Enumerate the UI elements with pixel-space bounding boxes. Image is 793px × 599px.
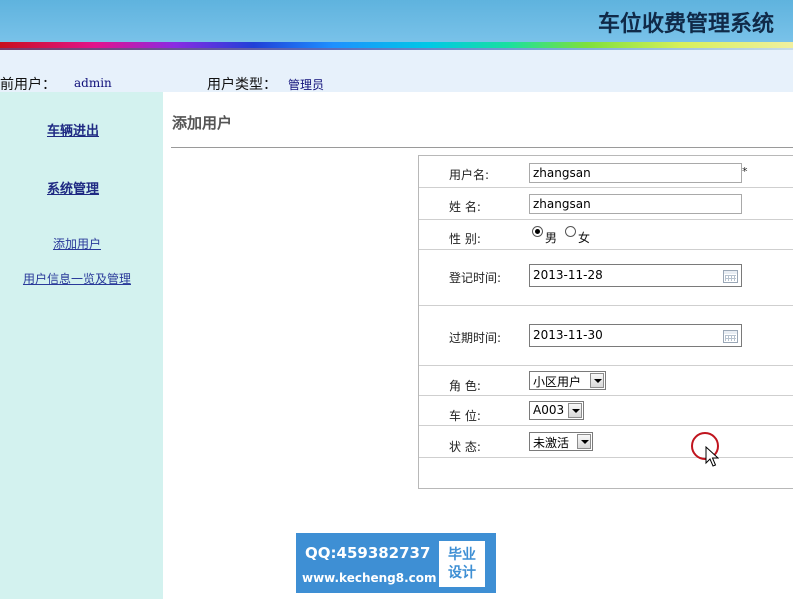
parking-space-select-value: A003 [533,403,565,417]
sidebar-item-system-management[interactable]: 系统管理 [0,178,146,197]
current-user-value: admin [74,76,112,90]
register-time-value: 2013-11-28 [533,268,603,282]
form-row-register-time: 登记时间: 2013-11-28 [419,250,793,306]
expire-time-value: 2013-11-30 [533,328,603,342]
register-time-field[interactable]: 2013-11-28 [529,264,742,287]
sidebar: 车辆进出 系统管理 添加用户 用户信息一览及管理 [0,92,163,599]
role-label: 角 色: [449,379,481,393]
watermark-badge-line1: 毕业 [448,547,476,563]
user-type-value: 管理员 [288,78,325,92]
name-label: 姓 名: [449,200,481,214]
name-field[interactable] [529,194,742,214]
gender-label: 性 别: [449,232,481,246]
gender-male-label: 男 [545,231,558,245]
sidebar-item-add-user[interactable]: 添加用户 [4,235,150,252]
gender-female-radio[interactable] [565,226,576,237]
watermark-badge: 毕业 设计 [439,541,485,587]
user-info-bar: 当前用户： admin 用户类型： 管理员 [0,50,793,93]
current-user-label: 当前用户： [0,77,56,93]
username-label: 用户名: [449,168,490,182]
chevron-down-icon[interactable] [577,434,591,449]
title-divider [171,147,793,148]
header-banner: 车位收费管理系统 [0,0,793,42]
parking-space-select[interactable]: A003 [529,401,584,420]
form-row-username: 用户名: * [419,156,793,188]
form-row-actions [419,458,793,489]
form-row-expire-time: 过期时间: 2013-11-30 [419,306,793,366]
page-title: 添加用户 [172,114,233,132]
status-label: 状 态: [449,440,481,454]
calendar-icon[interactable] [723,270,738,283]
gender-male-radio[interactable] [532,226,543,237]
expire-time-field[interactable]: 2013-11-30 [529,324,742,347]
chevron-down-icon[interactable] [568,403,582,418]
username-field[interactable] [529,163,742,183]
expire-time-label: 过期时间: [449,331,502,345]
add-user-form: 用户名: * 姓 名: 性 别: 男 女 登记时间: 2013-11-28 过期… [418,155,793,489]
form-row-status: 状 态: 未激活 [419,426,793,458]
form-row-role: 角 色: 小区用户 [419,366,793,396]
parking-space-label: 车 位: [449,409,481,423]
mouse-pointer-icon [705,446,719,467]
watermark-badge-line2: 设计 [448,565,476,581]
status-select-value: 未激活 [533,436,570,450]
gender-female-label: 女 [578,231,591,245]
form-row-parking-space: 车 位: A003 [419,396,793,426]
sidebar-item-vehicle-in-out[interactable]: 车辆进出 [0,120,146,139]
user-type-label: 用户类型： [207,77,277,93]
role-select-value: 小区用户 [533,375,582,389]
form-row-name: 姓 名: [419,188,793,220]
chevron-down-icon[interactable] [590,373,604,388]
form-row-gender: 性 别: 男 女 [419,220,793,250]
watermark-qq: QQ:459382737 [305,544,431,562]
watermark-url: www.kecheng8.com [302,571,437,585]
register-time-label: 登记时间: [449,271,502,285]
calendar-icon[interactable] [723,330,738,343]
sidebar-item-user-list[interactable]: 用户信息一览及管理 [4,270,150,287]
status-select[interactable]: 未激活 [529,432,593,451]
required-mark: * [742,165,748,178]
system-title: 车位收费管理系统 [598,11,775,37]
role-select[interactable]: 小区用户 [529,371,606,390]
watermark-banner: QQ:459382737 www.kecheng8.com 毕业 设计 [296,533,496,593]
